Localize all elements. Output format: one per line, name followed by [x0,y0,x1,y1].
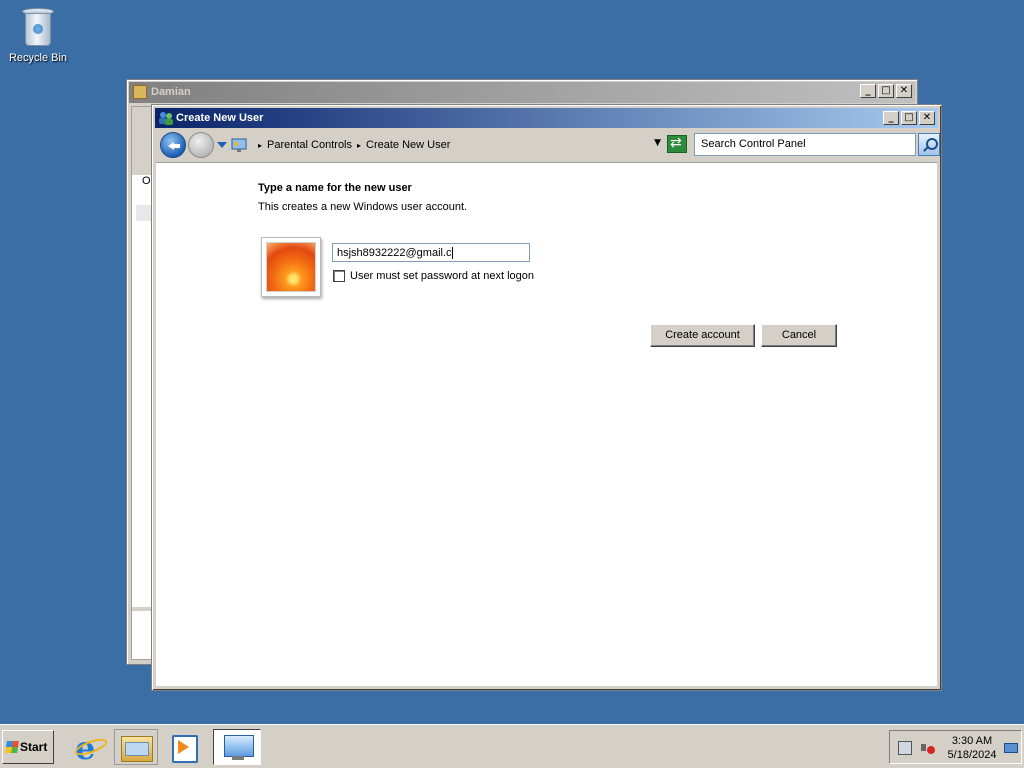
start-label: Start [20,740,48,754]
maximize-button[interactable]: □ [878,84,894,98]
folder-icon [133,85,147,99]
recycle-bin[interactable]: Recycle Bin [6,6,70,64]
cancel-button[interactable]: Cancel [761,324,837,347]
flower-picture-icon [266,242,316,292]
internet-explorer-icon[interactable] [68,729,112,767]
password-reset-option[interactable]: User must set password at next logon [333,270,534,282]
network-icon[interactable] [898,741,912,755]
refresh-button[interactable] [667,135,687,153]
content-pane: Type a name for the new user This create… [156,162,937,686]
search-icon[interactable] [918,133,940,156]
control-panel-icon [231,138,247,152]
forward-button[interactable] [188,132,214,158]
user-avatar [261,237,321,297]
windows-flag-icon [5,741,19,753]
back-button[interactable] [160,132,186,158]
users-icon [159,112,173,125]
control-panel-taskbar-button[interactable] [213,729,261,765]
breadcrumb-separator: ▸ [258,140,263,150]
breadcrumb-separator: ▸ [357,140,362,150]
password-reset-label[interactable]: User must set password at next logon [350,270,534,282]
create-new-user-window[interactable]: Create New User _ □ ✕ ▸ Parental Control… [151,104,942,691]
breadcrumb[interactable]: ▸ Parental Controls ▸ Create New User ▼ [229,134,661,156]
text-caret [451,247,453,260]
search-input[interactable]: Search Control Panel [694,133,916,156]
clock-time: 3:30 AM [951,735,993,747]
media-player-icon[interactable] [163,729,207,765]
recycle-bin-icon [21,6,55,48]
new-user-name-field[interactable]: hsjsh8932222@gmail.c [332,243,530,262]
clock-date: 5/18/2024 [947,749,997,761]
volume-muted-icon[interactable] [921,741,935,755]
taskbar: Start 3:30 AM 5/18/2024 [0,724,1024,768]
close-button[interactable]: ✕ [896,84,912,98]
clock[interactable]: 3:30 AM 5/18/2024 [942,734,1002,762]
address-dropdown-icon[interactable]: ▼ [654,138,661,148]
breadcrumb-parental-controls[interactable]: Parental Controls [267,139,352,151]
breadcrumb-create-new-user[interactable]: Create New User [366,139,450,151]
page-description: This creates a new Windows user account. [258,201,468,213]
create-account-button[interactable]: Create account [650,324,755,347]
close-button[interactable]: ✕ [919,111,935,125]
window-titlebar[interactable]: Create New User _ □ ✕ [155,108,938,128]
password-reset-checkbox[interactable] [333,270,345,282]
maximize-button[interactable]: □ [901,111,917,125]
background-window-titlebar[interactable]: Damian _ □ ✕ [129,82,915,103]
minimize-button[interactable]: _ [883,111,899,125]
recycle-bin-label: Recycle Bin [8,52,68,64]
minimize-button[interactable]: _ [860,84,876,98]
address-toolbar: ▸ Parental Controls ▸ Create New User ▼ … [155,130,940,160]
show-desktop-icon[interactable] [1004,743,1018,753]
window-title: Create New User [176,112,264,124]
start-button[interactable]: Start [2,730,54,764]
windows-explorer-icon[interactable] [114,729,158,765]
page-heading: Type a name for the new user [258,182,412,194]
recent-pages-dropdown-icon[interactable] [217,142,227,148]
background-window-partial-text: O [142,175,151,187]
system-tray: 3:30 AM 5/18/2024 [889,730,1022,764]
new-user-name-value: hsjsh8932222@gmail.c [337,247,452,259]
background-window-title: Damian [151,86,191,98]
